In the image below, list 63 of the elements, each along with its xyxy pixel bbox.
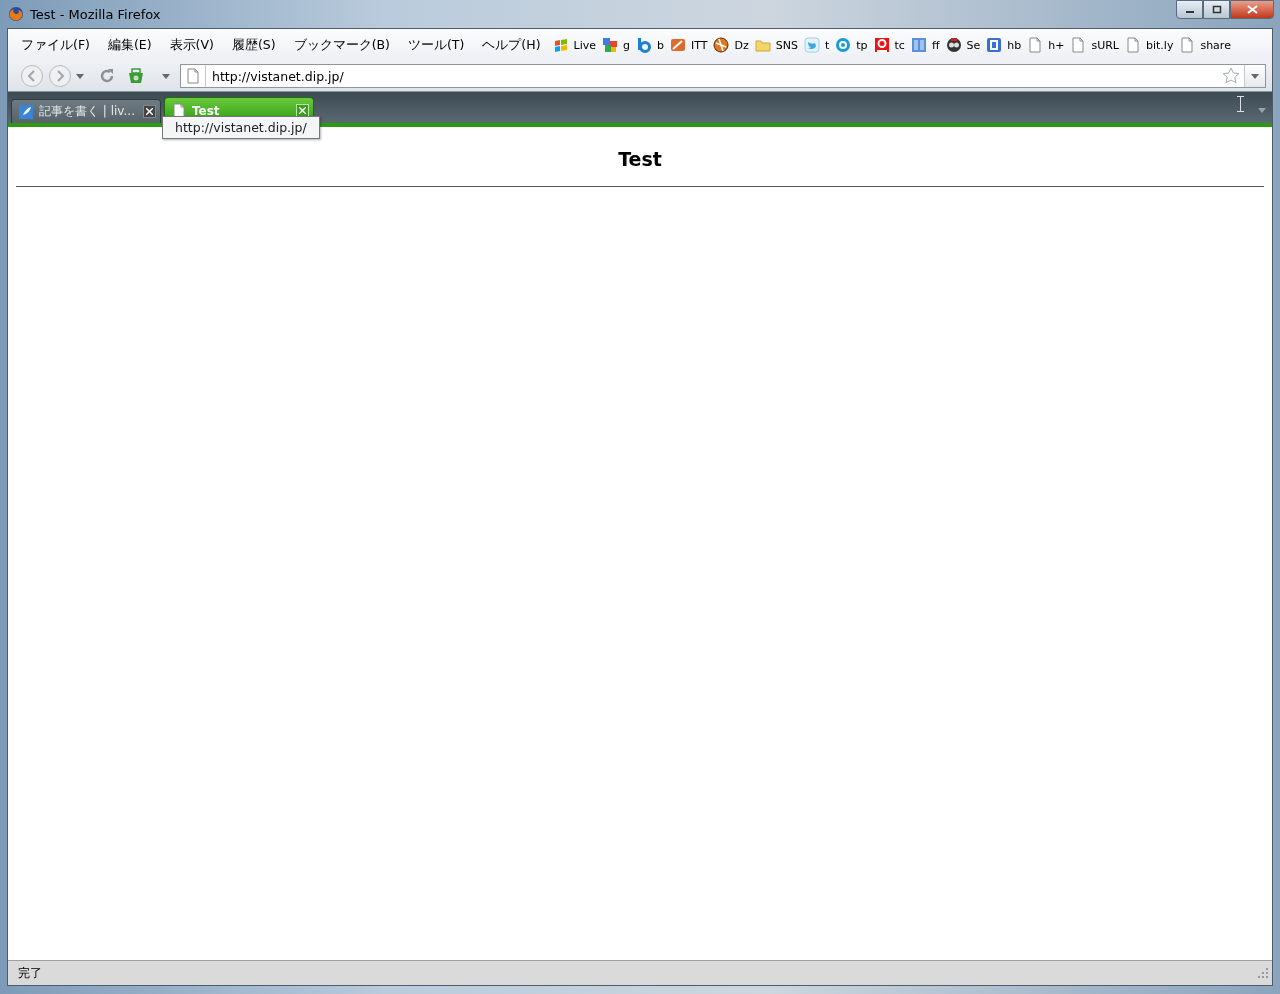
feather-icon: [18, 103, 34, 120]
bookmark-item[interactable]: SNS: [751, 35, 801, 55]
menu-item[interactable]: ヘルプ(H): [473, 33, 550, 57]
menu-item[interactable]: ツール(T): [398, 33, 474, 57]
menu-item[interactable]: ファイル(F): [12, 33, 99, 57]
window-title: Test - Mozilla Firefox: [30, 6, 162, 22]
star-icon[interactable]: [1222, 67, 1240, 85]
tag-icon: [669, 37, 686, 53]
close-tab-button[interactable]: [143, 105, 156, 118]
squares-icon: [602, 37, 618, 53]
tab[interactable]: 記事を書く | liv...: [11, 99, 161, 123]
bookmark-item[interactable]: sURL: [1067, 35, 1122, 55]
page-icon: [1179, 37, 1196, 53]
bookmark-item[interactable]: Se: [942, 35, 984, 55]
bookmark-item[interactable]: bit.ly: [1122, 35, 1177, 55]
bookmark-item[interactable]: g: [599, 35, 633, 55]
tooltip: http://vistanet.dip.jp/: [162, 116, 320, 139]
tile-icon: [910, 37, 927, 53]
bookmark-item[interactable]: tc: [870, 35, 908, 55]
bookmark-item[interactable]: tp: [832, 35, 871, 55]
resize-grip-icon[interactable]: [1258, 968, 1268, 978]
reload-icon[interactable]: [98, 67, 116, 85]
flag-icon: [552, 37, 569, 53]
bookmark-item[interactable]: hb: [983, 35, 1025, 55]
bookmark-item[interactable]: h+: [1024, 35, 1068, 55]
page-icon: [1070, 37, 1087, 53]
caret-icon[interactable]: [162, 73, 170, 79]
menu-item[interactable]: 表示(V): [160, 33, 223, 57]
caret-icon: [1251, 73, 1259, 79]
page-icon: [185, 68, 201, 84]
target-icon: [835, 37, 852, 53]
maximize-button[interactable]: [1203, 0, 1230, 19]
menu-item[interactable]: 履歴(S): [222, 33, 285, 57]
bookmark-item[interactable]: share: [1176, 35, 1234, 55]
minimize-button[interactable]: [1176, 0, 1203, 19]
bookmark-item[interactable]: ITT: [666, 35, 711, 55]
bookmark-item[interactable]: Dz: [710, 35, 752, 55]
page-icon: [1125, 37, 1141, 53]
page-icon: [1027, 37, 1044, 53]
text-cursor-icon: [1237, 96, 1244, 112]
firefox-logo-icon: [8, 6, 24, 22]
close-button[interactable]: [1230, 0, 1274, 19]
bookmark-item[interactable]: b: [632, 35, 667, 55]
page-heading: Test: [617, 148, 663, 170]
caret-icon[interactable]: [76, 73, 84, 79]
bird-icon: [803, 37, 820, 53]
maximize-icon: [1211, 5, 1222, 14]
basket-icon[interactable]: [128, 68, 144, 84]
menu-item[interactable]: 編集(E): [98, 33, 161, 57]
address-bar[interactable]: http://vistanet.dip.jp/: [180, 64, 1266, 88]
folder-icon: [754, 37, 771, 53]
close-icon: [146, 108, 153, 115]
close-icon: [299, 107, 306, 114]
mask-icon: [945, 37, 962, 53]
caret-icon[interactable]: [1258, 108, 1266, 113]
bookmark-item[interactable]: ff: [907, 35, 943, 55]
close-icon: [1246, 5, 1258, 14]
bookmark-item[interactable]: Live: [549, 35, 599, 55]
dropdown-button[interactable]: [1244, 65, 1265, 87]
ball-icon: [713, 37, 730, 53]
menu-item[interactable]: ブックマーク(B): [284, 33, 399, 57]
status-text: 完了: [18, 964, 42, 982]
bookmark-item[interactable]: t: [800, 35, 833, 55]
